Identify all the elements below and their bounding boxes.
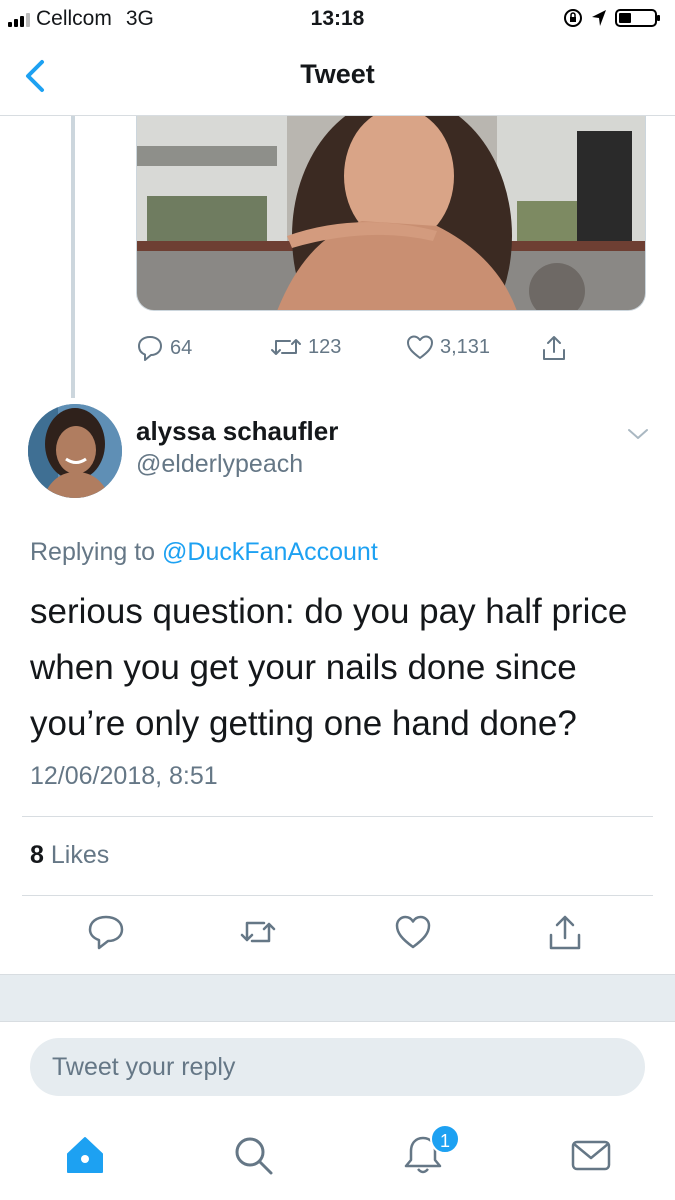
home-icon[interactable] xyxy=(62,1132,108,1178)
like-action[interactable]: 3,131 xyxy=(406,334,490,360)
like-icon[interactable] xyxy=(393,912,433,952)
replying-prefix: Replying to xyxy=(30,538,156,566)
divider xyxy=(22,816,653,817)
share-icon[interactable] xyxy=(545,912,585,952)
status-right xyxy=(563,8,661,28)
avatar-image xyxy=(28,404,122,498)
user-handle[interactable]: @elderlypeach xyxy=(136,450,303,479)
thread-connector xyxy=(71,116,75,398)
photo-illustration xyxy=(137,116,645,310)
reply-count: 64 xyxy=(170,336,193,359)
like-icon xyxy=(407,335,433,359)
retweet-count: 123 xyxy=(308,335,342,358)
display-name[interactable]: alyssa schaufler xyxy=(136,416,338,447)
reply-action[interactable]: 64 xyxy=(136,334,192,362)
tweet-text: serious question: do you pay half price … xyxy=(30,592,628,743)
tab-bar xyxy=(0,1110,675,1200)
tweet-actions xyxy=(0,912,675,960)
reply-icon xyxy=(138,336,162,361)
section-separator xyxy=(0,974,675,1022)
retweet-action[interactable]: 123 xyxy=(270,334,341,360)
likes-count: 8 xyxy=(30,841,44,869)
rotation-lock-icon xyxy=(564,9,582,27)
replying-mention-link[interactable]: @DuckFanAccount xyxy=(162,538,378,566)
reply-icon[interactable] xyxy=(86,912,126,952)
share-action[interactable] xyxy=(540,334,568,362)
avatar[interactable] xyxy=(28,404,122,498)
notifications-badge: 1 xyxy=(430,1124,460,1154)
search-icon[interactable] xyxy=(230,1132,276,1178)
previous-tweet-actions: 64 123 3,131 xyxy=(136,334,606,366)
status-bar: Cellcom 3G 13:18 xyxy=(0,0,675,38)
likes-label: Likes xyxy=(50,841,110,869)
share-icon xyxy=(543,336,565,360)
retweet-icon xyxy=(271,339,301,355)
battery-icon xyxy=(615,9,660,27)
tweet-timestamp: 12/06/2018, 8:51 xyxy=(30,762,218,790)
reply-input[interactable] xyxy=(30,1038,645,1096)
caret-down-icon[interactable] xyxy=(626,426,650,442)
tweet-photo[interactable] xyxy=(136,116,646,311)
retweet-icon[interactable] xyxy=(238,912,278,952)
messages-icon[interactable] xyxy=(568,1132,614,1178)
replying-to: Replying to @DuckFanAccount xyxy=(30,538,378,567)
likes-summary[interactable]: 8 Likes xyxy=(30,841,109,870)
nav-bar: Tweet xyxy=(0,38,675,116)
page-title: Tweet xyxy=(300,59,375,89)
divider xyxy=(22,895,653,896)
like-count: 3,131 xyxy=(440,335,491,358)
location-icon xyxy=(592,10,606,26)
